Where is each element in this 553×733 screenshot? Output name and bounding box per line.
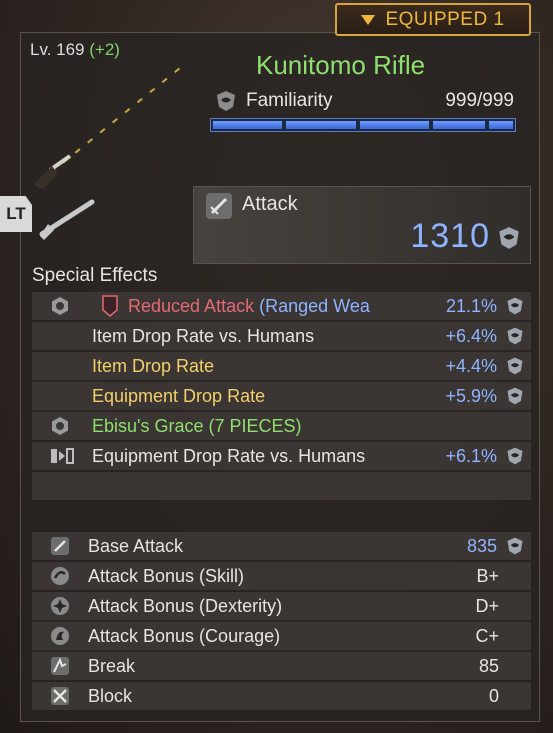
shield-icon (507, 447, 523, 465)
shield-icon (507, 297, 523, 315)
shield-icon (507, 357, 523, 375)
effect-name: Item Drop Rate (92, 355, 215, 376)
stat-row[interactable]: Attack Bonus (Courage) C+ (32, 622, 531, 650)
alt-weapon-icon[interactable] (38, 196, 96, 240)
stat-value: 835 (466, 535, 497, 556)
stat-name: Block (88, 685, 133, 706)
stat-row[interactable]: Block 0 (32, 682, 531, 710)
shield-icon (507, 327, 523, 345)
effect-value: +4.4% (445, 355, 497, 376)
curse-icon (102, 295, 118, 317)
triangle-down-icon (361, 14, 376, 25)
stat-name: Break (88, 655, 136, 676)
hexagon-icon (52, 417, 68, 435)
effect-name: Equipment Drop Rate vs. Humans (92, 445, 366, 466)
level-text: Lv. 169 (30, 40, 85, 59)
stats-list: Base Attack 835 Attack Bonus (Skill) B+ … (32, 532, 531, 712)
stat-row[interactable]: Base Attack 835 (32, 532, 531, 560)
shield-icon (499, 227, 519, 249)
equipped-badge[interactable]: EQUIPPED 1 (335, 3, 531, 36)
attack-label: Attack (242, 193, 298, 215)
sword-icon (51, 537, 69, 555)
block-icon (51, 687, 69, 705)
effect-value: 21.1% (445, 295, 497, 316)
effect-name-part: (Ranged Wea (259, 295, 370, 316)
effect-name: Ebisu's Grace (7 PIECES) (92, 415, 302, 436)
effect-name: Item Drop Rate vs. Humans (92, 325, 315, 346)
stat-value: D+ (475, 595, 499, 616)
equipped-label: EQUIPPED 1 (385, 8, 505, 30)
special-effects-title: Special Effects (32, 265, 158, 286)
stat-row[interactable]: Attack Bonus (Dexterity) D+ (32, 592, 531, 620)
stat-name: Attack Bonus (Dexterity) (88, 595, 283, 616)
level-bonus: (+2) (89, 40, 120, 59)
effect-row[interactable]: Item Drop Rate vs. Humans +6.4% (32, 322, 531, 350)
weapon-level: Lv. 169 (+2) (30, 40, 120, 60)
stat-value: 0 (488, 685, 499, 706)
stat-name: Base Attack (88, 535, 184, 556)
attack-box: Attack 1310 (193, 186, 531, 264)
familiarity-value: 999/999 (445, 90, 514, 111)
courage-icon (51, 627, 69, 645)
familiarity-segment (488, 121, 513, 129)
stat-row[interactable]: Attack Bonus (Skill) B+ (32, 562, 531, 590)
effect-name: Reduced Attack (Ranged Wea (128, 296, 424, 317)
effect-name: Equipment Drop Rate (92, 385, 266, 406)
familiarity-segment (359, 121, 429, 129)
weapon-name: Kunitomo Rifle (256, 50, 426, 80)
stat-name: Attack Bonus (Skill) (88, 565, 245, 586)
effect-row[interactable]: Item Drop Rate +4.4% (32, 352, 531, 380)
familiarity-label: Familiarity (246, 90, 333, 111)
familiarity-segment (213, 121, 283, 129)
effect-row[interactable]: Equipment Drop Rate +5.9% (32, 382, 531, 410)
effect-row[interactable]: Ebisu's Grace (7 PIECES) (32, 412, 531, 440)
familiarity-segment (286, 121, 356, 129)
dexterity-icon (51, 597, 69, 615)
effect-row[interactable]: Equipment Drop Rate vs. Humans +6.1% (32, 442, 531, 470)
effect-row[interactable]: Reduced Attack (Ranged Wea 21.1% (32, 292, 531, 320)
familiarity-segment (432, 121, 485, 129)
transfer-icon (51, 448, 74, 464)
stat-name: Attack Bonus (Courage) (88, 625, 281, 646)
special-effects-list: Reduced Attack (Ranged Wea 21.1% Item Dr… (32, 292, 531, 502)
shield-icon (507, 537, 523, 555)
break-icon (51, 657, 69, 675)
effect-value: +6.1% (445, 445, 497, 466)
attack-value: 1310 (410, 217, 490, 255)
rifle-image (34, 64, 184, 188)
stat-value: B+ (476, 565, 499, 586)
stat-row[interactable]: Break 85 (32, 652, 531, 680)
familiarity-icon (217, 91, 235, 111)
skill-icon (51, 567, 69, 585)
stat-value: C+ (475, 625, 499, 646)
familiarity-row: Familiarity 999/999 (214, 88, 514, 114)
sword-icon (206, 193, 232, 219)
lt-button[interactable]: LT (0, 196, 32, 232)
effect-name-part: Reduced Attack (128, 295, 255, 316)
stat-value: 85 (478, 655, 499, 676)
effect-row-empty (32, 472, 531, 500)
familiarity-bar (210, 118, 516, 132)
effect-value: +5.9% (445, 385, 497, 406)
hexagon-icon (52, 297, 68, 315)
effect-value: +6.4% (445, 325, 497, 346)
shield-icon (507, 387, 523, 405)
